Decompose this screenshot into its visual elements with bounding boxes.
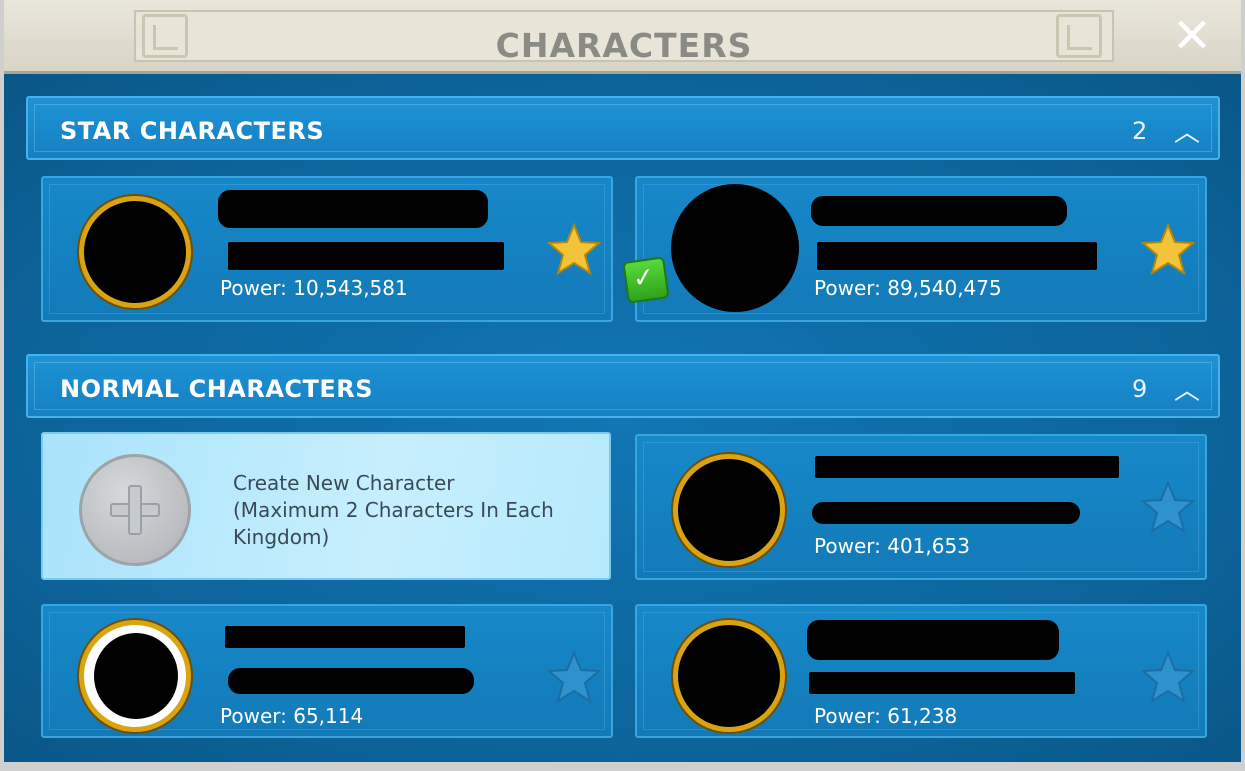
star-icon[interactable] <box>547 222 601 276</box>
normal-characters-header[interactable]: NORMAL CHARACTERS 9 ︿ <box>26 354 1220 418</box>
window-bottom-border <box>4 762 1245 771</box>
character-card[interactable]: Power: 89,540,475 <box>635 176 1207 322</box>
page-title: CHARACTERS <box>495 26 753 65</box>
star-icon[interactable] <box>1141 222 1195 276</box>
chevron-up-icon[interactable]: ︿ <box>1174 112 1200 149</box>
avatar <box>673 620 785 732</box>
redacted-id <box>812 502 1080 524</box>
character-card[interactable]: Power: 61,238 <box>635 604 1207 738</box>
title-bar: CHARACTERS ✕ <box>4 0 1241 74</box>
character-card[interactable]: Power: 65,114 <box>41 604 613 738</box>
power-value: Power: 89,540,475 <box>814 276 1002 300</box>
power-value: Power: 65,114 <box>220 704 364 728</box>
power-value: Power: 10,543,581 <box>220 276 408 300</box>
section-count: 9 <box>1132 375 1148 403</box>
star-icon[interactable] <box>547 650 601 704</box>
redacted-id <box>817 242 1097 270</box>
redacted-id <box>228 242 504 270</box>
close-icon[interactable]: ✕ <box>1166 12 1218 60</box>
avatar <box>671 184 799 312</box>
selected-check-icon: ✓ <box>622 256 670 304</box>
avatar <box>673 454 785 566</box>
star-icon[interactable] <box>1141 650 1195 704</box>
plus-icon <box>79 454 191 566</box>
character-card[interactable]: Power: 401,653 <box>635 434 1207 580</box>
redacted-name <box>218 190 488 228</box>
section-title: NORMAL CHARACTERS <box>60 375 374 403</box>
redacted-id <box>228 668 474 694</box>
redacted-id <box>809 672 1075 694</box>
avatar <box>79 620 191 732</box>
power-value: Power: 61,238 <box>814 704 958 728</box>
chevron-up-icon[interactable]: ︿ <box>1174 370 1200 407</box>
section-title: STAR CHARACTERS <box>60 117 325 145</box>
create-character-button[interactable]: Create New Character (Maximum 2 Characte… <box>41 432 611 580</box>
title-panel: CHARACTERS <box>134 10 1114 65</box>
create-character-label: Create New Character (Maximum 2 Characte… <box>233 471 554 549</box>
redacted-name <box>815 456 1119 478</box>
avatar <box>79 196 191 308</box>
redacted-name <box>811 196 1067 226</box>
character-list[interactable]: STAR CHARACTERS 2 ︿ Power: 10,543,581 Po… <box>4 74 1241 764</box>
characters-window: CHARACTERS ✕ STAR CHARACTERS 2 ︿ Power: … <box>0 0 1245 771</box>
redacted-name <box>807 620 1059 660</box>
section-count: 2 <box>1132 117 1148 145</box>
character-card[interactable]: Power: 10,543,581 <box>41 176 613 322</box>
power-value: Power: 401,653 <box>814 534 970 558</box>
star-characters-header[interactable]: STAR CHARACTERS 2 ︿ <box>26 96 1220 160</box>
redacted-name <box>225 626 465 648</box>
star-icon[interactable] <box>1141 480 1195 534</box>
